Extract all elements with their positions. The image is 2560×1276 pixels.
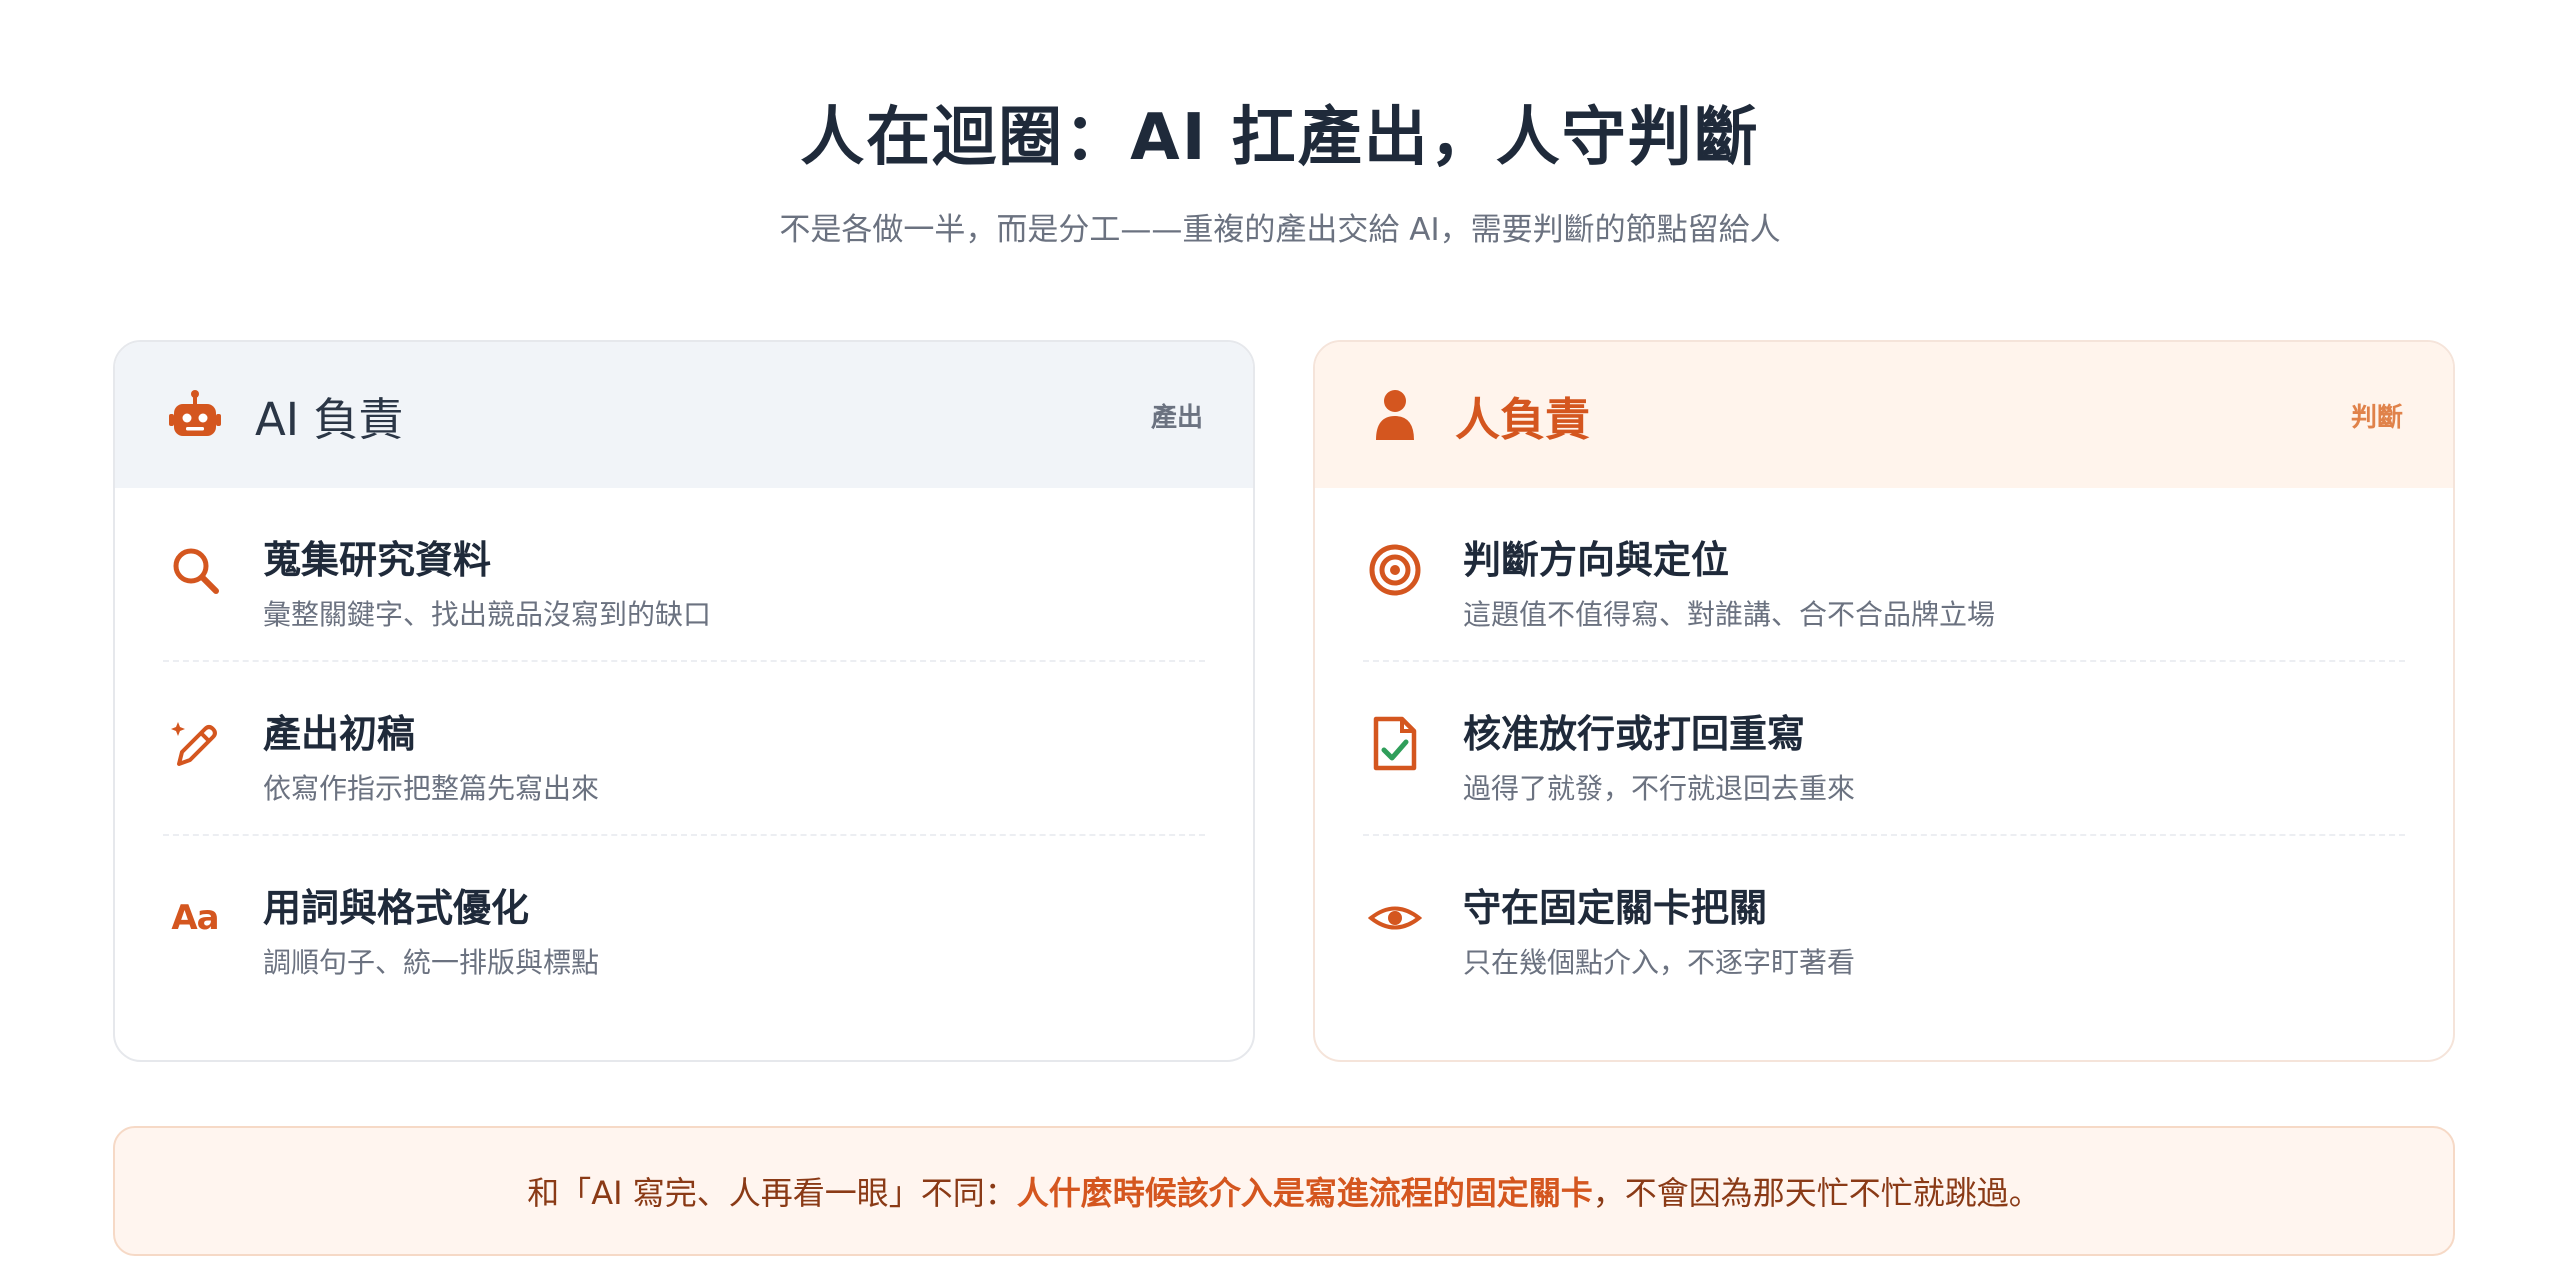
item-title: 用詞與格式優化 [263,886,530,930]
note-prefix: 和「AI 寫完、人再看一眼」不同： [527,1174,1017,1212]
pencil-sparkle-icon [167,716,223,772]
ai-card-title: AI 負責 [255,392,404,446]
ai-item-list: 蒐集研究資料 彙整關鍵字、找出競品沒寫到的缺口 產出初稿 依寫作指示把整篇先寫出… [115,488,1253,1010]
robot-icon [167,387,223,443]
human-card-header: 人負責 判斷 [1315,342,2453,488]
item-title: 蒐集研究資料 [263,538,492,582]
item-title: 守在固定關卡把關 [1463,886,1768,930]
item-title: 產出初稿 [263,712,416,756]
list-item: 核准放行或打回重寫 過得了就發，不行就退回去重來 [1363,662,2405,836]
person-icon [1367,387,1423,443]
ai-card-header: AI 負責 產出 [115,342,1253,488]
note-emphasis: 人什麼時候該介入是寫進流程的固定關卡 [1016,1174,1593,1212]
document-check-icon [1367,716,1423,772]
item-desc: 過得了就發，不行就退回去重來 [1463,772,1856,805]
list-item: 守在固定關卡把關 只在幾個點介入，不逐字盯著看 [1363,836,2405,1010]
target-icon [1367,542,1423,598]
list-item: 產出初稿 依寫作指示把整篇先寫出來 [163,662,1205,836]
item-desc: 彙整關鍵字、找出競品沒寫到的缺口 [263,598,712,631]
list-item: Aa 用詞與格式優化 調順句子、統一排版與標點 [163,836,1205,1010]
human-card-title: 人負責 [1455,392,1591,446]
item-title: 判斷方向與定位 [1463,538,1730,582]
item-desc: 這題值不值得寫、對誰講、合不合品牌立場 [1463,598,1996,631]
ai-card-tag: 產出 [1150,402,1203,433]
list-item: 蒐集研究資料 彙整關鍵字、找出競品沒寫到的缺口 [163,488,1205,662]
font-aa-label: Aa [171,898,219,938]
note-suffix: ，不會因為那天忙不忙就跳過。 [1592,1174,2041,1212]
list-item: 判斷方向與定位 這題值不值得寫、對誰講、合不合品牌立場 [1363,488,2405,662]
font-aa-icon: Aa [167,890,223,946]
ai-responsibility-card: AI 負責 產出 蒐集研究資料 彙整關鍵字、找出競品沒寫到的缺口 產出初稿 依寫… [113,340,1255,1062]
human-responsibility-card: 人負責 判斷 判斷方向與定位 這題值不值得寫、對誰講、合不合品牌立場 核准放行或… [1313,340,2455,1062]
item-desc: 只在幾個點介入，不逐字盯著看 [1463,946,1856,979]
item-desc: 調順句子、統一排版與標點 [263,946,600,979]
item-desc: 依寫作指示把整篇先寫出來 [263,772,600,805]
search-icon [167,542,223,598]
page-subtitle: 不是各做一半，而是分工——重複的產出交給 AI，需要判斷的節點留給人 [779,212,1781,248]
item-title: 核准放行或打回重寫 [1463,712,1806,756]
human-item-list: 判斷方向與定位 這題值不值得寫、對誰講、合不合品牌立場 核准放行或打回重寫 過得… [1315,488,2453,1010]
footnote-banner: 和「AI 寫完、人再看一眼」不同： 人什麼時候該介入是寫進流程的固定關卡 ，不會因為… [113,1126,2455,1256]
page-title: 人在迴圈：AI 扛產出，人守判斷 [800,101,1760,175]
human-card-tag: 判斷 [2350,402,2403,433]
eye-icon [1367,890,1423,946]
